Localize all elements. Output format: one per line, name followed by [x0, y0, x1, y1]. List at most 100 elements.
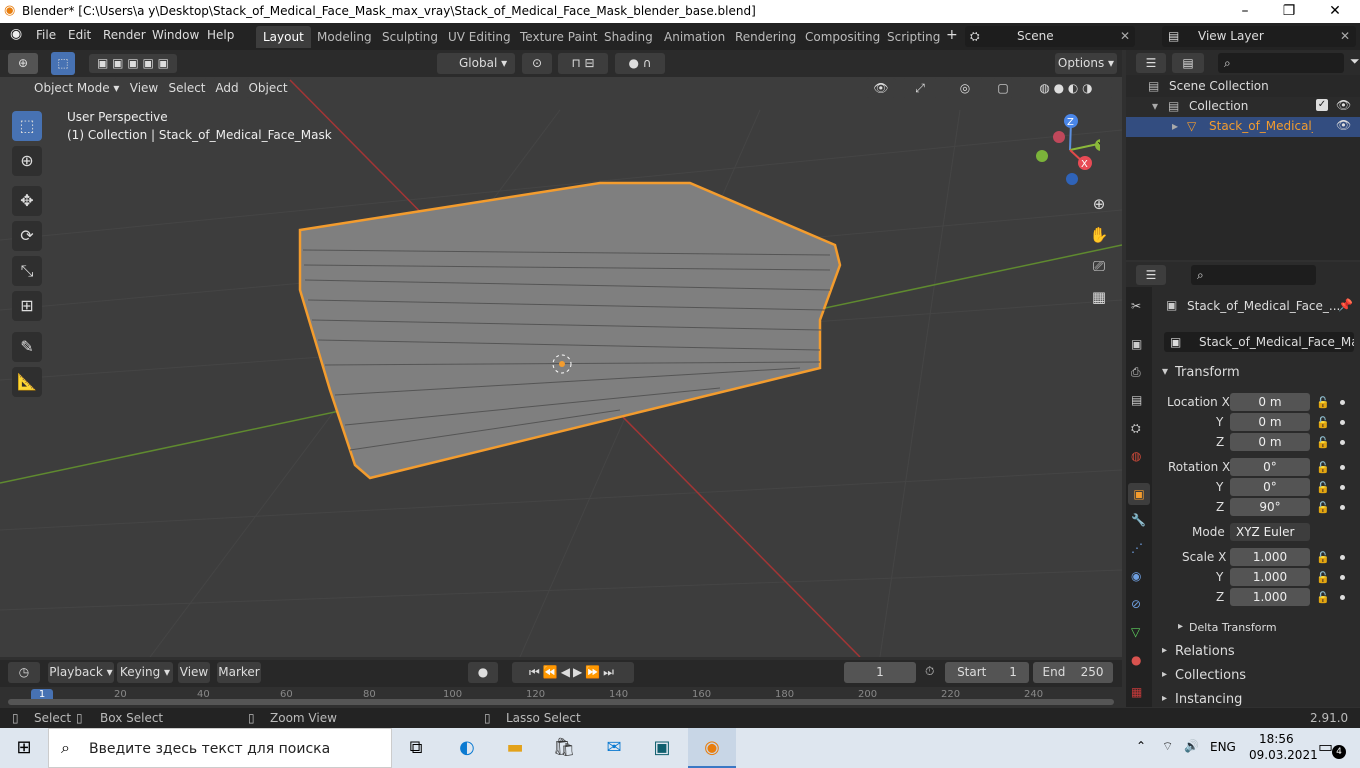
- notification-icon[interactable]: ▭: [1318, 737, 1333, 756]
- taskbar-search-input[interactable]: ⌕ Введите здесь текст для поиска: [48, 728, 392, 768]
- zoom-icon[interactable]: ⊕: [1088, 195, 1110, 217]
- editor-type-icon[interactable]: ◷: [8, 662, 40, 683]
- select-box-tool[interactable]: ⬚: [12, 111, 42, 141]
- view-menu[interactable]: View: [178, 662, 210, 683]
- windows-start-icon[interactable]: ⊞: [8, 732, 40, 764]
- collections-section[interactable]: Collections: [1175, 668, 1246, 683]
- tab-compositing[interactable]: Compositing: [798, 26, 887, 48]
- cursor-tool[interactable]: ⊕: [12, 146, 42, 176]
- output-tab-icon[interactable]: ⎙: [1131, 365, 1141, 380]
- location-x-field[interactable]: 0 m: [1230, 393, 1310, 411]
- timeline-ruler[interactable]: 1 20 40 60 80 100 120 140 160 180 200 22…: [0, 687, 1122, 708]
- lock-icon[interactable]: 🔓: [1316, 551, 1330, 564]
- scale-tool[interactable]: ⤡: [12, 256, 42, 286]
- menu-window[interactable]: Window: [152, 28, 199, 42]
- close-icon[interactable]: ✕: [1120, 29, 1130, 43]
- modifier-tab-icon[interactable]: 🔧: [1131, 513, 1146, 527]
- outliner-search-input[interactable]: ⌕: [1218, 53, 1344, 73]
- checkbox-icon[interactable]: ✓: [1316, 99, 1328, 111]
- 3d-viewport[interactable]: ⊕ ⬚ ▣ ▣ ▣ ▣ ▣ Global ▾ ⊙ ⊓ ⊟ ● ∩ Options…: [0, 50, 1122, 657]
- rotation-mode-dropdown[interactable]: XYZ Euler: [1230, 523, 1310, 541]
- tool-tab-icon[interactable]: ✂: [1131, 299, 1141, 313]
- clock-date[interactable]: 09.03.2021: [1249, 748, 1318, 762]
- location-y-field[interactable]: 0 m: [1230, 413, 1310, 431]
- chevron-right-icon[interactable]: ▸: [1162, 693, 1167, 704]
- keyframe-dot[interactable]: [1340, 595, 1345, 600]
- instancing-section[interactable]: Instancing: [1175, 692, 1242, 707]
- annotate-tool[interactable]: ✎: [12, 332, 42, 362]
- task-view-icon[interactable]: ⧉: [400, 732, 432, 764]
- chevron-right-icon[interactable]: ▸: [1162, 645, 1167, 656]
- object-tab-icon[interactable]: ▣: [1128, 483, 1150, 505]
- tab-scripting[interactable]: Scripting: [880, 26, 947, 48]
- menu-edit[interactable]: Edit: [68, 28, 91, 42]
- record-icon[interactable]: ●: [468, 662, 498, 683]
- keyframe-dot[interactable]: [1340, 555, 1345, 560]
- tab-layout[interactable]: Layout: [256, 26, 311, 48]
- mail-icon[interactable]: ✉: [598, 732, 630, 764]
- particles-tab-icon[interactable]: ⋰: [1131, 541, 1143, 555]
- camera-icon[interactable]: ⎚: [1088, 257, 1110, 279]
- scale-z-field[interactable]: 1.000: [1230, 588, 1310, 606]
- tab-texture-paint[interactable]: Texture Paint: [513, 26, 604, 48]
- blender-taskbar-button[interactable]: ◉: [688, 728, 736, 768]
- minimize-button[interactable]: –: [1222, 0, 1268, 23]
- chevron-down-icon[interactable]: ▾: [1162, 364, 1168, 378]
- material-tab-icon[interactable]: ●: [1131, 653, 1141, 667]
- data-tab-icon[interactable]: ▽: [1131, 625, 1140, 639]
- world-tab-icon[interactable]: ◍: [1131, 449, 1141, 463]
- transform-section-label[interactable]: Transform: [1175, 365, 1240, 380]
- outliner-row-object[interactable]: ▸ ▽ Stack_of_Medical_Fa 👁: [1126, 117, 1360, 137]
- lock-icon[interactable]: 🔓: [1316, 571, 1330, 584]
- playback-menu[interactable]: Playback ▾: [48, 662, 114, 683]
- stopwatch-icon[interactable]: ⏱: [925, 664, 934, 679]
- physics-tab-icon[interactable]: ◉: [1131, 569, 1141, 583]
- chevron-right-icon[interactable]: ▸: [1178, 621, 1183, 632]
- lock-icon[interactable]: 🔓: [1316, 591, 1330, 604]
- rotation-x-field[interactable]: 0°: [1230, 458, 1310, 476]
- properties-search-input[interactable]: ⌕: [1191, 265, 1316, 285]
- outliner-row-collection[interactable]: ▾ ▤ Collection ✓ 👁: [1126, 97, 1360, 117]
- texture-tab-icon[interactable]: ▦: [1131, 685, 1142, 699]
- keying-menu[interactable]: Keying ▾: [117, 662, 173, 683]
- tab-animation[interactable]: Animation: [657, 26, 732, 48]
- current-frame-field[interactable]: 1: [844, 662, 916, 683]
- chevron-up-icon[interactable]: ⌃: [1136, 739, 1146, 753]
- menu-file[interactable]: File: [36, 28, 56, 42]
- eye-icon[interactable]: 👁: [1336, 118, 1351, 132]
- marker-menu[interactable]: Marker: [217, 662, 261, 683]
- rotate-tool[interactable]: ⟳: [12, 221, 42, 251]
- pin-icon[interactable]: 📌: [1338, 298, 1353, 312]
- chevron-right-icon[interactable]: ▸: [1172, 119, 1178, 133]
- outliner-row-scene-collection[interactable]: ▤ Scene Collection: [1126, 77, 1360, 97]
- keyframe-dot[interactable]: [1340, 485, 1345, 490]
- move-tool[interactable]: ✥: [12, 186, 42, 216]
- app-icon[interactable]: ▣: [646, 732, 678, 764]
- tab-sculpting[interactable]: Sculpting: [375, 26, 445, 48]
- store-icon[interactable]: 🛍: [548, 732, 580, 764]
- view-layer-selector[interactable]: ▤ View Layer ✕: [1162, 26, 1356, 47]
- tab-shading[interactable]: Shading: [597, 26, 660, 48]
- blender-menu-icon[interactable]: ◉: [10, 26, 22, 42]
- view-layer-tab-icon[interactable]: ▤: [1131, 393, 1142, 407]
- lock-icon[interactable]: 🔓: [1316, 501, 1330, 514]
- lock-icon[interactable]: 🔓: [1316, 461, 1330, 474]
- relations-section[interactable]: Relations: [1175, 644, 1235, 659]
- keyframe-dot[interactable]: [1340, 505, 1345, 510]
- clock-time[interactable]: 18:56: [1259, 732, 1294, 746]
- tab-rendering[interactable]: Rendering: [728, 26, 803, 48]
- close-icon[interactable]: ✕: [1340, 29, 1350, 43]
- chevron-down-icon[interactable]: ▾: [1152, 99, 1158, 113]
- start-frame-field[interactable]: Start 1: [945, 662, 1029, 683]
- menu-help[interactable]: Help: [207, 28, 234, 42]
- object-name-field[interactable]: ▣ Stack_of_Medical_Face_Mask: [1164, 332, 1354, 352]
- keyframe-dot[interactable]: [1340, 420, 1345, 425]
- transform-tool[interactable]: ⊞: [12, 291, 42, 321]
- playback-controls[interactable]: ⏮⏪◀▶⏩⏭: [512, 662, 634, 683]
- close-button[interactable]: ✕: [1312, 0, 1358, 23]
- file-explorer-icon[interactable]: ▬: [499, 732, 531, 764]
- grid-view-icon[interactable]: ▦: [1088, 288, 1110, 310]
- scale-y-field[interactable]: 1.000: [1230, 568, 1310, 586]
- language-indicator[interactable]: ENG: [1210, 740, 1236, 754]
- display-mode-icon[interactable]: ▤: [1172, 53, 1204, 73]
